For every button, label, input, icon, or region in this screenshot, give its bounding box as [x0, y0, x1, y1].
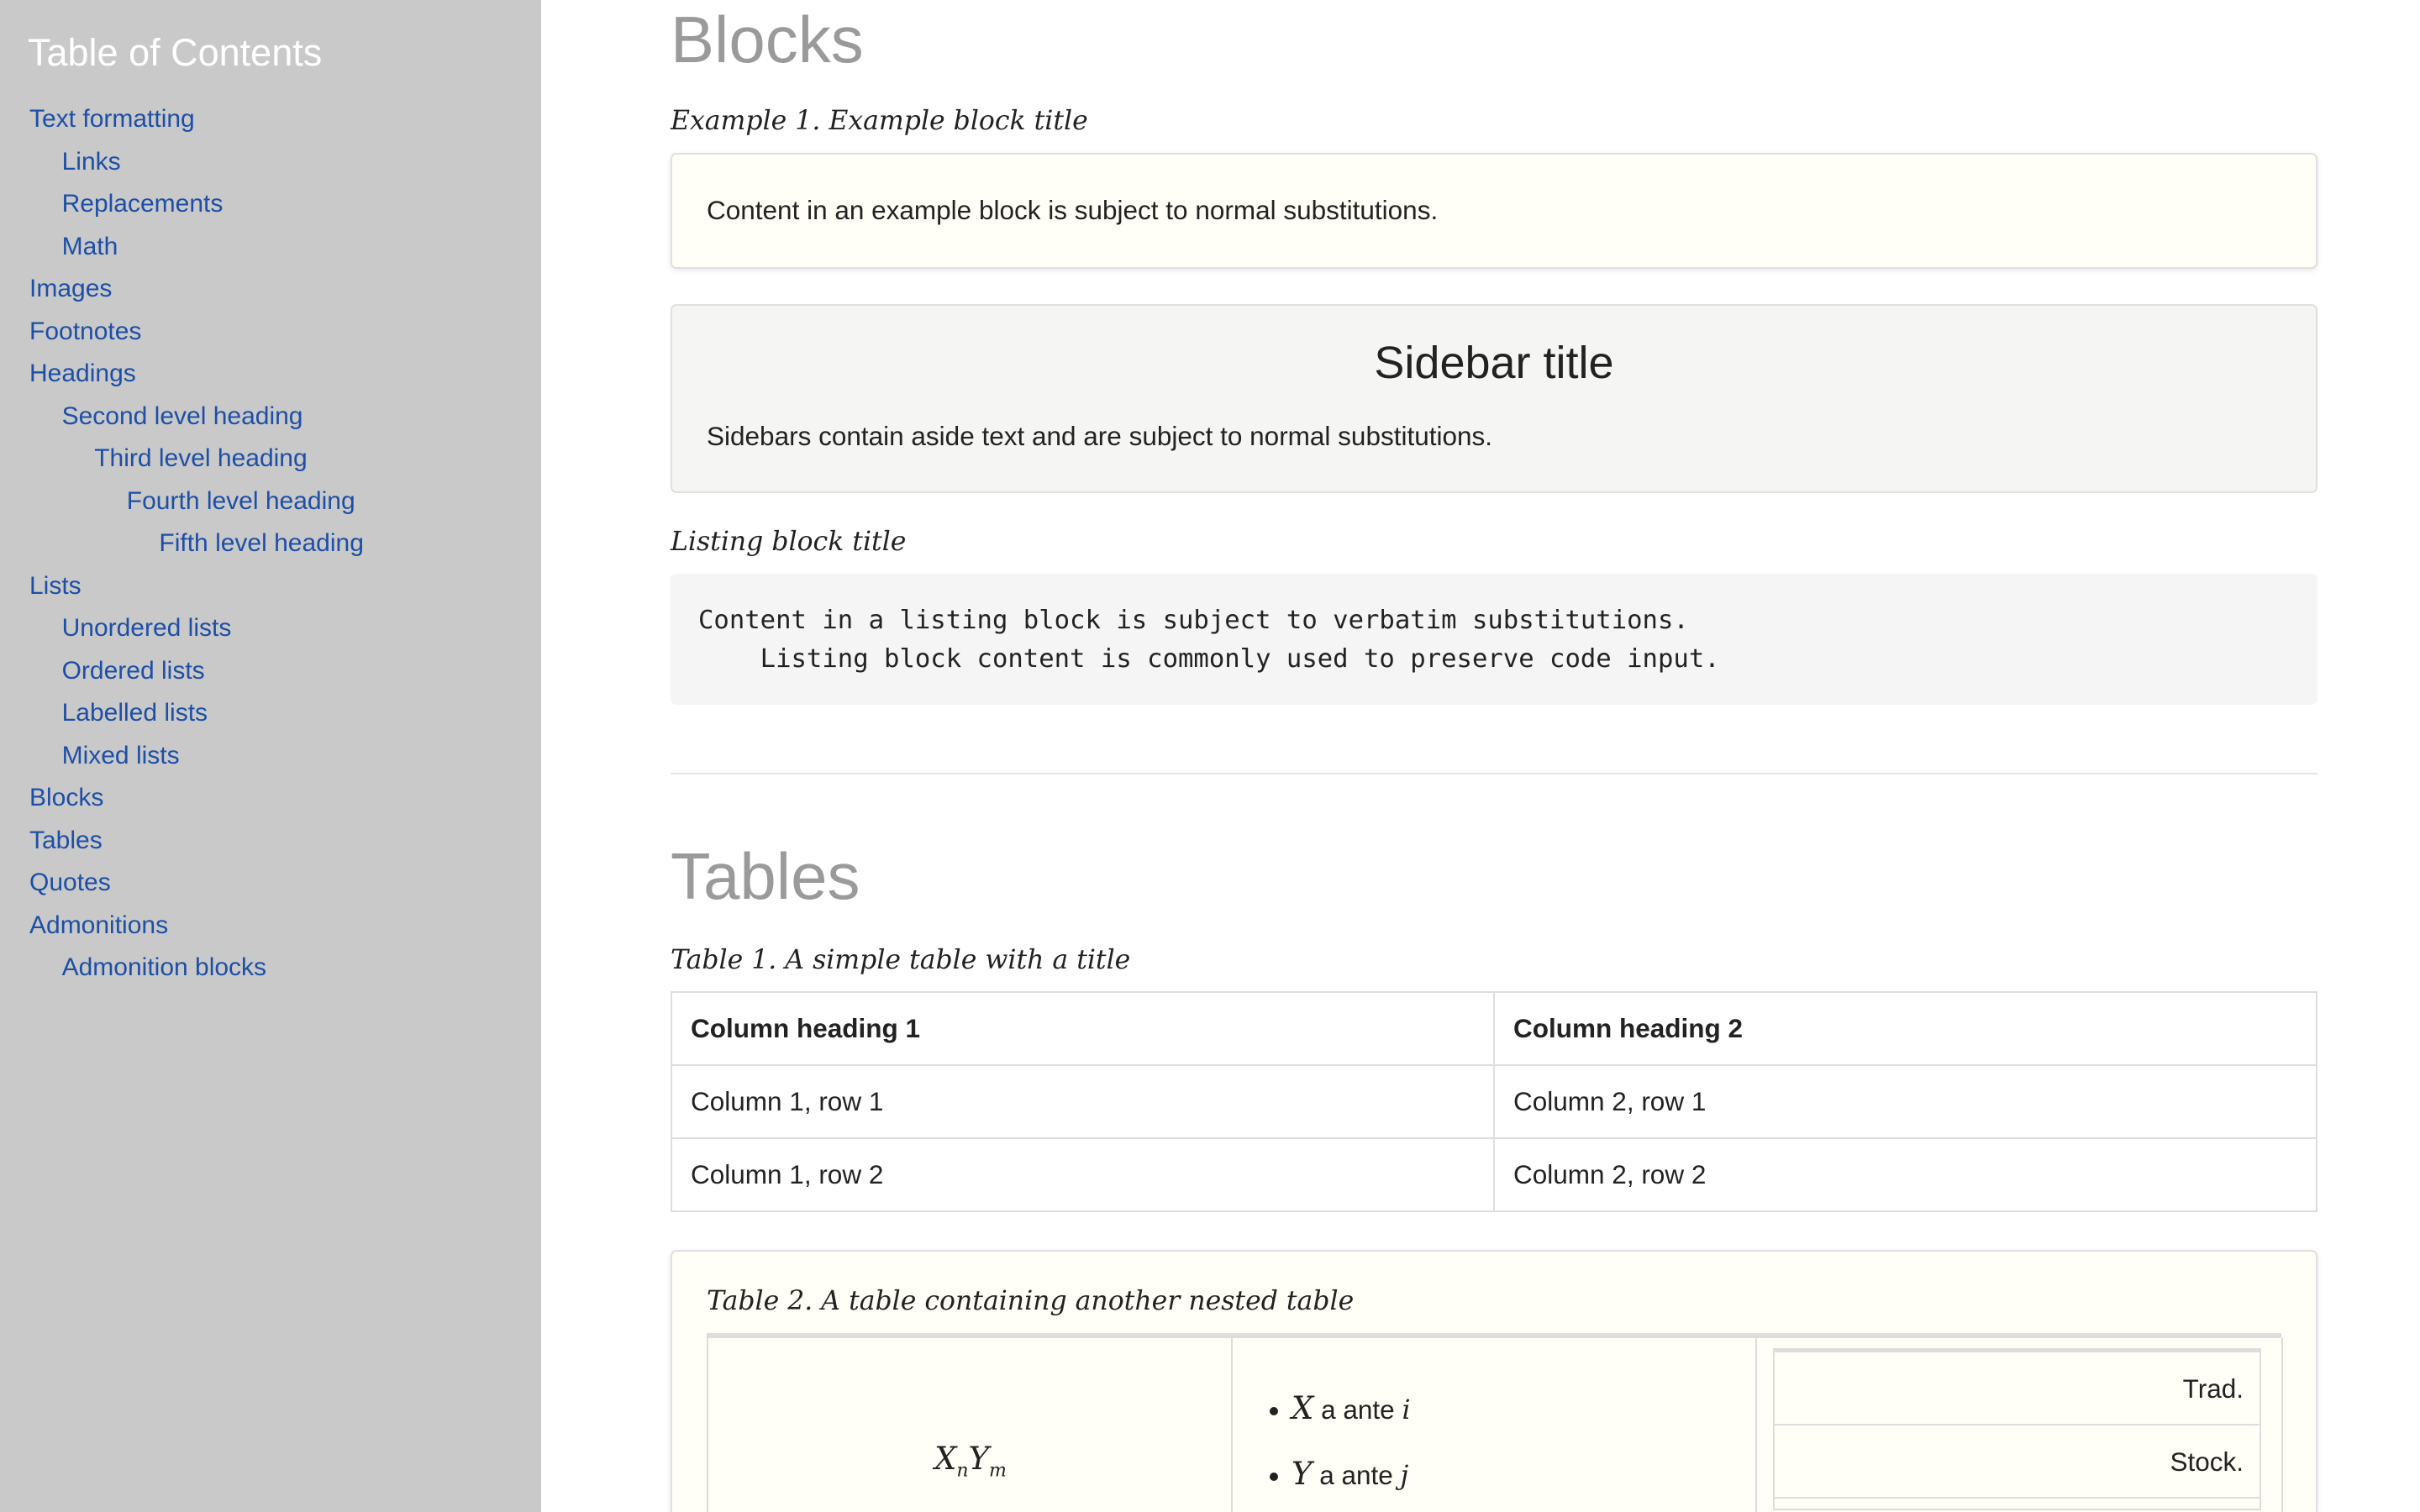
table-row: Column 1, row 1 Column 2, row 1 — [671, 1064, 2317, 1139]
column-heading: Column heading 2 — [1493, 991, 2317, 1066]
table2-caption: Table 2. A table containing another nest… — [707, 1286, 1355, 1316]
toc-item[interactable]: Unordered lists — [0, 609, 364, 652]
list-cell: X a ante i Y a ante j — [1231, 1338, 1757, 1512]
toc-item[interactable]: Images — [0, 270, 364, 312]
example-title: Example 1. Example block title — [671, 106, 1088, 136]
toc-item[interactable]: Fourth level heading — [0, 482, 364, 525]
table-cell: Column 2, row 2 — [1493, 1137, 2317, 1212]
simple-table: Column heading 1 Column heading 2 Column… — [671, 991, 2317, 1212]
toc-item[interactable]: Math — [0, 228, 364, 270]
toc-item[interactable]: Admonition blocks — [0, 948, 364, 991]
listing-block: Content in a listing block is subject to… — [671, 574, 2317, 705]
math-expression: XnYm — [708, 1441, 1233, 1481]
math-index: i — [1402, 1395, 1411, 1425]
listing-code: Content in a listing block is subject to… — [698, 606, 1720, 674]
table-cell: Column 1, row 1 — [671, 1064, 1495, 1139]
table-cell: Column 1, row 2 — [671, 1137, 1495, 1212]
toc-item[interactable]: Blocks — [0, 779, 364, 822]
math-var: Y — [1292, 1456, 1313, 1492]
toc-item[interactable]: Quotes — [0, 864, 364, 906]
example-text: Content in an example block is subject t… — [707, 195, 1439, 225]
toc-item[interactable]: Lists — [0, 567, 364, 610]
table-row: Column 1, row 2 Column 2, row 2 — [671, 1137, 2317, 1212]
tables-heading: Tables — [671, 839, 860, 913]
toc-item[interactable]: Links — [0, 143, 364, 186]
sidebar-title: Sidebar title — [1374, 338, 1614, 388]
toc-item[interactable]: Text formatting — [0, 100, 364, 143]
inner-row — [1773, 1499, 2261, 1510]
math-m: m — [989, 1460, 1007, 1482]
toc-item[interactable]: Replacements — [0, 185, 364, 228]
sidebar-block: Sidebar title Sidebars contain aside tex… — [671, 304, 2317, 493]
page: Table of Contents Text formatting Links Re… — [0, 0, 2420, 1512]
math-n: n — [956, 1460, 969, 1482]
toc-item[interactable]: Headings — [0, 354, 364, 397]
math-var: X — [1292, 1390, 1314, 1426]
section-divider — [671, 773, 2317, 774]
toc-item[interactable]: Tables — [0, 822, 364, 864]
toc-item[interactable]: Ordered lists — [0, 652, 364, 695]
inner-row: Stock. — [1773, 1425, 2261, 1499]
toc-item[interactable]: Mixed lists — [0, 737, 364, 780]
sidebar-text: Sidebars contain aside text and are subj… — [707, 421, 1493, 451]
list-item: Y a ante j — [1292, 1456, 1411, 1492]
inner-table: Trad. Stock. — [1773, 1348, 2261, 1510]
math-cell: XnYm — [707, 1338, 1233, 1512]
inner-row: Trad. — [1773, 1352, 2261, 1425]
blocks-heading: Blocks — [671, 3, 864, 76]
table-header-row: Column heading 1 Column heading 2 — [671, 991, 2317, 1066]
toc-list: Text formatting Links Replacements Math Imag… — [0, 100, 364, 991]
table-of-contents: Table of Contents Text formatting Links Re… — [0, 0, 541, 1512]
listing-title: Listing block title — [671, 527, 907, 557]
toc-item[interactable]: Second level heading — [0, 397, 364, 440]
math-index: j — [1400, 1461, 1409, 1491]
toc-item[interactable]: Footnotes — [0, 312, 364, 355]
toc-title: Table of Contents — [28, 31, 323, 74]
list-item: X a ante i — [1292, 1390, 1411, 1456]
column-heading: Column heading 1 — [671, 991, 1495, 1066]
bullet-list: X a ante i Y a ante j — [1233, 1390, 1411, 1492]
list-text: a ante — [1312, 1460, 1401, 1490]
math-x: X — [934, 1441, 957, 1477]
table-cell: Column 2, row 1 — [1493, 1064, 2317, 1139]
table1-caption: Table 1. A simple table with a title — [671, 945, 1131, 975]
toc-item[interactable]: Third level heading — [0, 439, 364, 482]
list-text: a ante — [1313, 1394, 1402, 1425]
toc-item[interactable]: Fifth level heading — [0, 524, 364, 567]
toc-item[interactable]: Admonitions — [0, 906, 364, 949]
example-block: Content in an example block is subject t… — [671, 153, 2317, 269]
toc-item[interactable]: Labelled lists — [0, 694, 364, 737]
math-y: Y — [968, 1441, 990, 1477]
